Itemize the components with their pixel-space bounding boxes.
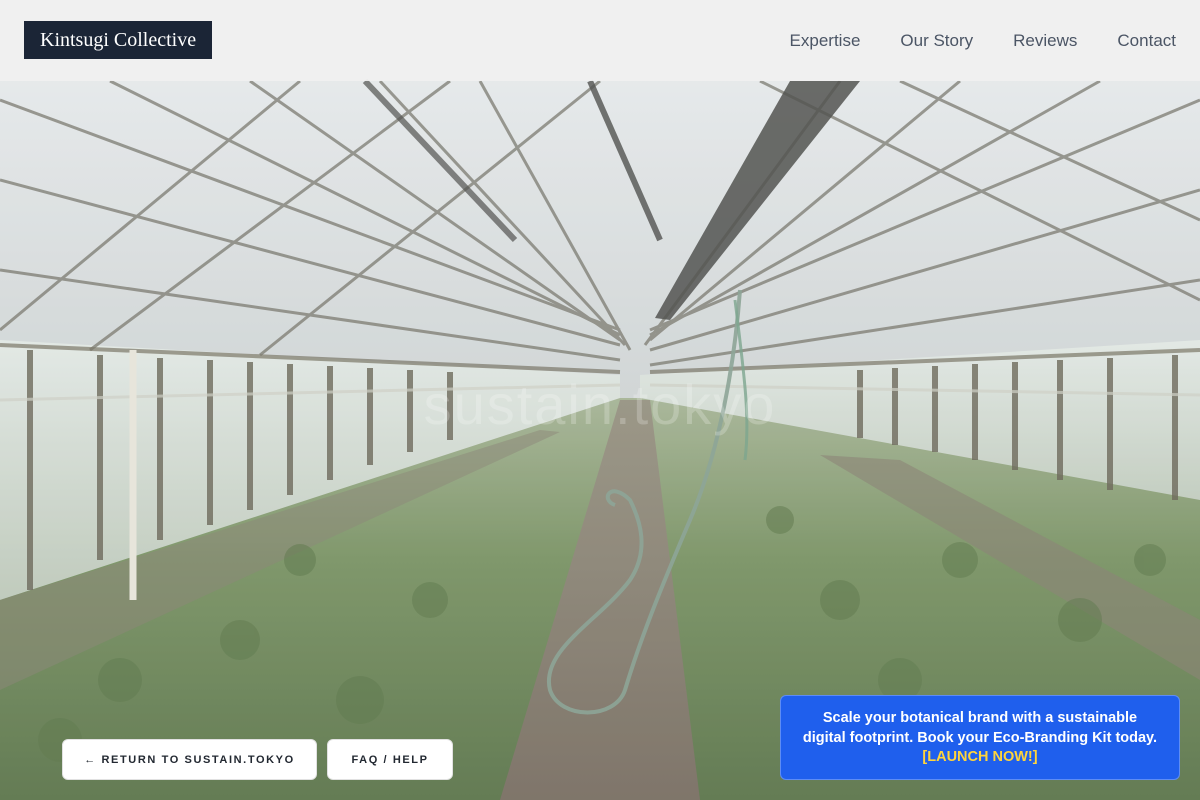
promo-text: Scale your botanical brand with a sustai…: [802, 710, 1158, 746]
site-header: Kintsugi Collective Expertise Our Story …: [0, 0, 1200, 81]
nav-item-our-story[interactable]: Our Story: [900, 31, 973, 51]
promo-banner[interactable]: Scale your botanical brand with a sustai…: [780, 695, 1180, 780]
landing-page: sustain.tokyo Kintsugi Collective Expert…: [0, 0, 1200, 800]
return-to-sustain-button[interactable]: ← RETURN TO SUSTAIN.TOKYO: [62, 739, 317, 780]
nav-item-reviews[interactable]: Reviews: [1013, 31, 1077, 51]
watermark-text: sustain.tokyo: [423, 373, 777, 436]
nav-item-contact[interactable]: Contact: [1117, 31, 1176, 51]
nav-item-expertise[interactable]: Expertise: [790, 31, 861, 51]
main-nav: Expertise Our Story Reviews Contact: [790, 0, 1176, 81]
launch-now-link[interactable]: [LAUNCH NOW!]: [801, 748, 1159, 768]
brand-logo[interactable]: Kintsugi Collective: [24, 21, 213, 59]
faq-help-button[interactable]: FAQ / HELP: [327, 739, 453, 780]
